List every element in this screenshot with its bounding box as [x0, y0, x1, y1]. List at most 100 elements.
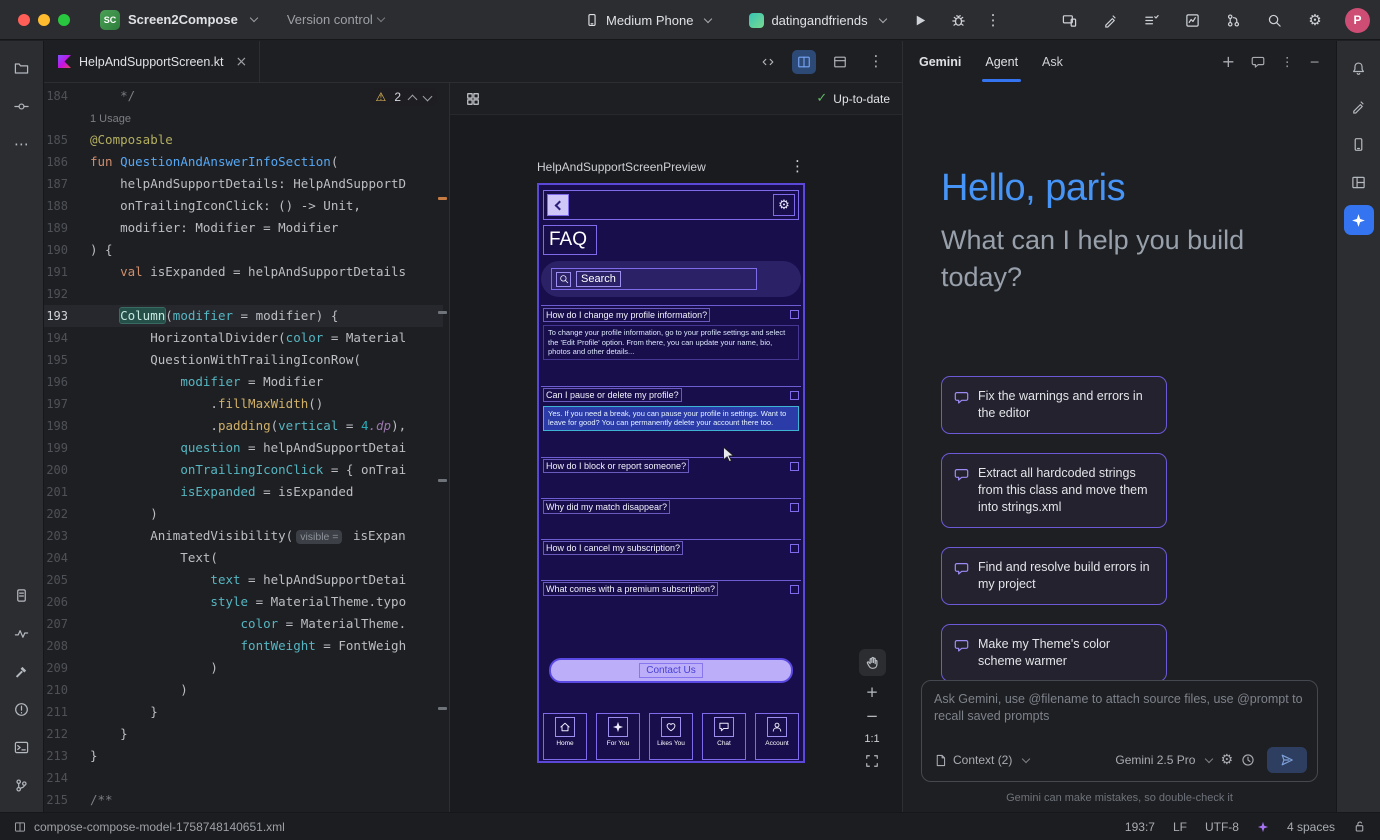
zoom-out-button[interactable]: −	[866, 709, 879, 724]
new-chat-icon[interactable]: +	[1222, 54, 1235, 70]
avatar[interactable]: P	[1345, 8, 1370, 33]
hide-panel-icon[interactable]: −	[1310, 56, 1320, 69]
usage-hint[interactable]: 1 Usage	[90, 113, 131, 125]
line-number: 211	[44, 701, 90, 723]
next-problem-icon[interactable]	[423, 91, 433, 101]
caret-position[interactable]: 193:7	[1125, 820, 1155, 834]
run-button[interactable]	[910, 9, 932, 31]
design-view-icon[interactable]	[828, 50, 852, 74]
context-icon	[934, 754, 947, 767]
device-manager-icon[interactable]	[1344, 129, 1374, 159]
project-folder-icon[interactable]	[7, 53, 37, 83]
terminal-icon[interactable]	[7, 732, 37, 762]
code-line: 186fun QuestionAndAnswerInfoSection(	[44, 151, 443, 173]
gemini-suggestion-card[interactable]: Make my Theme's color scheme warmer	[941, 624, 1167, 682]
code-view-icon[interactable]	[756, 50, 780, 74]
close-window-button[interactable]	[18, 14, 30, 26]
magnifier-icon	[556, 272, 571, 287]
tab-filename: HelpAndSupportScreen.kt	[79, 55, 224, 69]
chevron-down-icon	[878, 14, 886, 22]
version-control-icon[interactable]	[7, 770, 37, 800]
split-view-icon[interactable]	[792, 50, 816, 74]
code-line: 195 QuestionWithTrailingIconRow(	[44, 349, 443, 371]
gemini-prompt-input[interactable]	[934, 691, 1305, 733]
task-list-icon[interactable]	[1140, 9, 1162, 31]
gemini-suggestion-card[interactable]: Extract all hardcoded strings from this …	[941, 453, 1167, 528]
layout-inspector-icon[interactable]	[1344, 167, 1374, 197]
pan-tool-button[interactable]	[859, 649, 886, 676]
code-line: 215/**	[44, 789, 443, 811]
commit-icon[interactable]	[7, 91, 37, 121]
vcs-selector[interactable]: Version control	[287, 12, 384, 27]
mouse-cursor	[720, 445, 737, 462]
debug-button[interactable]	[948, 9, 970, 31]
more-options-icon[interactable]: ⋮	[864, 50, 888, 74]
settings-icon[interactable]: ⚙	[1304, 9, 1326, 31]
ai-actions-icon[interactable]	[1099, 9, 1121, 31]
line-number: 191	[44, 261, 90, 283]
preview-canvas[interactable]: HelpAndSupportScreenPreview ⋮ ⚙ FAQ	[450, 115, 902, 812]
conversations-icon[interactable]	[1251, 55, 1265, 69]
close-tab-icon[interactable]: ×	[236, 55, 248, 69]
code-editor[interactable]: 184 */1 Usage185@Composable186fun Questi…	[44, 83, 450, 812]
run-configuration-selector[interactable]: datingandfriends	[749, 13, 885, 28]
device-selector[interactable]: Medium Phone	[585, 13, 711, 28]
line-number: 195	[44, 349, 90, 371]
more-tool-windows-icon[interactable]: ⋯	[7, 129, 37, 159]
home-icon	[555, 717, 575, 737]
zoom-actual-size-button[interactable]: 1:1	[864, 733, 879, 745]
notifications-icon[interactable]	[1344, 53, 1374, 83]
fullscreen-window-button[interactable]	[58, 14, 70, 26]
more-options-icon[interactable]: ⋮	[1281, 56, 1294, 69]
status-file-name[interactable]: compose-compose-model-1758748140651.xml	[34, 820, 285, 834]
zoom-in-button[interactable]: +	[866, 685, 879, 700]
line-number: 208	[44, 635, 90, 657]
line-ending[interactable]: LF	[1173, 820, 1187, 834]
inspection-widget[interactable]: ⚠ 2	[370, 88, 437, 106]
project-selector[interactable]: SC Screen2Compose	[100, 10, 257, 30]
logcat-icon[interactable]	[7, 580, 37, 610]
gemini-status-icon[interactable]	[1257, 821, 1269, 833]
preview-search-bar: Search	[541, 261, 801, 297]
unlock-icon[interactable]	[1353, 820, 1366, 833]
more-actions-icon[interactable]: ⋮	[986, 13, 1001, 28]
expand-icon	[790, 544, 799, 553]
profiler-icon[interactable]	[1181, 9, 1203, 31]
file-encoding[interactable]: UTF-8	[1205, 820, 1239, 834]
chevron-down-icon	[1205, 754, 1213, 762]
code-line: 191 val isExpanded = helpAndSupportDetai…	[44, 261, 443, 283]
pull-requests-icon[interactable]	[1222, 9, 1244, 31]
line-number: 212	[44, 723, 90, 745]
preview-more-icon[interactable]: ⋮	[790, 159, 805, 174]
gemini-suggestion-card[interactable]: Find and resolve build errors in my proj…	[941, 547, 1167, 605]
indent-setting[interactable]: 4 spaces	[1287, 820, 1335, 834]
code-line: 194 HorizontalDivider(color = Material	[44, 327, 443, 349]
line-number: 192	[44, 283, 90, 305]
editor-tab[interactable]: HelpAndSupportScreen.kt ×	[44, 41, 260, 82]
problems-icon[interactable]	[7, 694, 37, 724]
right-tool-strip	[1336, 41, 1380, 812]
vcs-label: Version control	[287, 12, 373, 27]
context-selector[interactable]: Context (2)	[934, 753, 1029, 767]
model-selector[interactable]: Gemini 2.5 Pro	[1115, 753, 1212, 767]
gemini-settings-icon[interactable]: ⚙	[1220, 753, 1233, 767]
build-icon[interactable]	[7, 656, 37, 686]
search-icon[interactable]	[1263, 9, 1285, 31]
kotlin-file-icon	[58, 55, 71, 68]
history-icon[interactable]	[1241, 753, 1255, 767]
tab-agent[interactable]: Agent	[985, 55, 1018, 69]
send-button[interactable]	[1267, 747, 1307, 773]
previous-problem-icon[interactable]	[408, 94, 418, 104]
device-mirroring-icon[interactable]	[1058, 9, 1080, 31]
gemini-suggestion-card[interactable]: Fix the warnings and errors in the edito…	[941, 376, 1167, 434]
zoom-to-fit-button[interactable]	[865, 754, 879, 768]
line-number: 188	[44, 195, 90, 217]
gemini-icon[interactable]	[1344, 205, 1374, 235]
assistant-icon[interactable]	[1344, 91, 1374, 121]
code-line: 188 onTrailingIconClick: () -> Unit,	[44, 195, 443, 217]
preview-gallery-icon[interactable]	[462, 88, 484, 110]
app-insights-icon[interactable]	[7, 618, 37, 648]
minimize-window-button[interactable]	[38, 14, 50, 26]
tab-ask[interactable]: Ask	[1042, 55, 1063, 69]
code-line: 201 isExpanded = isExpanded	[44, 481, 443, 503]
